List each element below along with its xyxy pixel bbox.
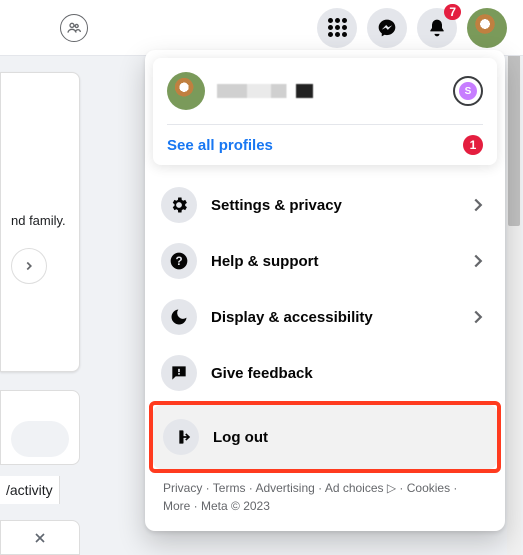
messenger-icon — [377, 18, 397, 38]
profile-name-redacted — [217, 84, 337, 98]
chevron-right-icon — [467, 306, 489, 328]
chevron-right-icon — [467, 250, 489, 272]
profile-card: S See all profiles 1 — [153, 58, 497, 165]
menu-grid-button[interactable] — [317, 8, 357, 48]
left-card: nd family. — [0, 72, 80, 372]
help-icon: ? — [161, 243, 197, 279]
menu-item-display[interactable]: Display & accessibility — [153, 289, 497, 345]
profile-row[interactable]: S — [167, 72, 483, 110]
dropdown-footer: Privacy · Terms · Advertising · Ad choic… — [153, 473, 497, 523]
account-avatar-button[interactable] — [467, 8, 507, 48]
notifications-button[interactable]: 7 — [417, 8, 457, 48]
menu-item-label: Give feedback — [211, 365, 489, 382]
feedback-icon — [161, 355, 197, 391]
grid-icon — [328, 18, 347, 37]
see-all-profiles-link[interactable]: See all profiles — [167, 137, 273, 154]
bell-icon — [427, 18, 447, 38]
chevron-right-icon — [467, 194, 489, 216]
gear-icon — [161, 187, 197, 223]
menu-item-label: Help & support — [211, 253, 453, 270]
svg-text:?: ? — [175, 255, 182, 268]
menu-item-help[interactable]: ? Help & support — [153, 233, 497, 289]
profiles-badge: 1 — [463, 135, 483, 155]
left-card-3 — [0, 520, 80, 555]
activity-link[interactable]: /activity — [0, 476, 60, 504]
notification-badge: 7 — [444, 4, 461, 20]
topbar-actions: 7 — [317, 8, 507, 48]
pill-placeholder — [11, 421, 69, 457]
chevron-right-icon — [22, 259, 36, 273]
vertical-scrollbar[interactable]: ▲ — [507, 0, 521, 555]
divider — [167, 124, 483, 125]
profile-avatar — [167, 72, 205, 110]
groups-icon[interactable] — [60, 14, 88, 42]
top-bar: 7 — [0, 0, 523, 56]
menu-item-logout[interactable]: Log out — [153, 405, 497, 469]
menu-item-settings[interactable]: Settings & privacy — [153, 177, 497, 233]
left-card-2 — [0, 390, 80, 465]
menu-item-label: Display & accessibility — [211, 309, 453, 326]
messenger-button[interactable] — [367, 8, 407, 48]
menu-item-label: Log out — [213, 429, 487, 446]
switch-profile-button[interactable]: S — [453, 76, 483, 106]
switch-profile-letter: S — [459, 82, 477, 100]
moon-icon — [161, 299, 197, 335]
menu-item-label: Settings & privacy — [211, 197, 453, 214]
menu-item-feedback[interactable]: Give feedback — [153, 345, 497, 401]
carousel-next-button[interactable] — [11, 248, 47, 284]
left-snippet: nd family. — [11, 213, 69, 228]
account-dropdown: S See all profiles 1 Settings & privacy … — [145, 50, 505, 531]
see-all-profiles-row[interactable]: See all profiles 1 — [167, 135, 483, 155]
logout-highlight: Log out — [149, 401, 501, 473]
close-icon[interactable] — [32, 530, 48, 546]
logout-icon — [163, 419, 199, 455]
